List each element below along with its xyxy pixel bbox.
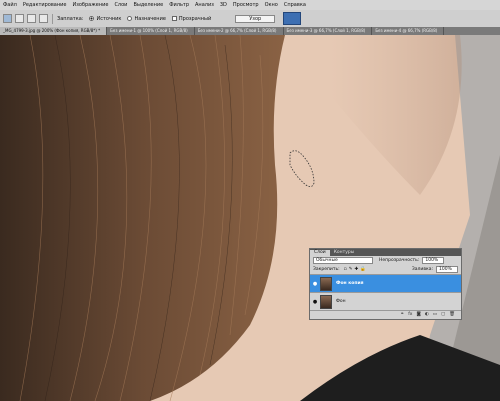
layer-row-background[interactable]: ● Фон [310, 292, 461, 310]
document-tabs: _MG_4799-3.jpg @ 200% (Фон копия, RGB/8*… [0, 27, 500, 35]
layer-name: Фон [336, 299, 346, 304]
transparent-checkbox[interactable]: Прозрачный [171, 15, 212, 22]
use-pattern-button[interactable]: Узор [235, 14, 276, 23]
subtract-selection-icon[interactable] [39, 14, 48, 23]
radio-icon [89, 16, 95, 21]
target-radio[interactable]: Назначение [127, 15, 166, 22]
source-radio[interactable]: Источник [89, 16, 121, 22]
opacity-field[interactable]: 100% [422, 257, 445, 264]
lock-label: Закрепить: [313, 267, 340, 272]
fx-icon[interactable]: fx [408, 312, 412, 317]
menu-analysis[interactable]: Анализ [192, 2, 217, 8]
fill-field[interactable]: 100% [436, 266, 458, 273]
link-icon[interactable]: ⚭ [400, 312, 404, 317]
tab-layers[interactable]: Слои [310, 250, 330, 256]
menu-file[interactable]: Файл [0, 2, 20, 8]
layer-name: Фон копия [336, 281, 364, 286]
panel-footer: ⚭ fx ◙ ◐ ▭ ▢ 🗑 [310, 310, 461, 318]
target-label: Назначение [134, 15, 166, 22]
lock-row: Закрепить: ▫✎✚🔒 Заливка: 100% [310, 265, 461, 274]
lock-icons[interactable]: ▫✎✚🔒 [344, 267, 368, 272]
panel-header: Слои Контуры [310, 249, 461, 256]
menu-image[interactable]: Изображение [69, 2, 111, 8]
layer-thumbnail [320, 294, 332, 309]
fill-label: Заливка: [411, 267, 433, 272]
source-label: Источник [96, 15, 122, 22]
doc-tab-active[interactable]: _MG_4799-3.jpg @ 200% (Фон копия, RGB/8*… [0, 27, 108, 35]
image-canvas[interactable]: Слои Контуры Обычные Непрозрачность: 100… [0, 35, 500, 401]
tab-paths[interactable]: Контуры [330, 250, 359, 256]
layers-panel: Слои Контуры Обычные Непрозрачность: 100… [309, 248, 462, 320]
divider [52, 13, 53, 24]
patch-tool-icon[interactable] [3, 14, 12, 23]
menu-3d[interactable]: 3D [217, 2, 230, 8]
adjustment-icon[interactable]: ◐ [425, 312, 429, 317]
checkbox-icon [171, 16, 177, 21]
mask-icon[interactable]: ◙ [416, 312, 420, 317]
patch-label: Заплатка: [57, 15, 84, 22]
layer-thumbnail [320, 276, 332, 291]
menu-layers[interactable]: Слои [111, 2, 130, 8]
blend-mode-select[interactable]: Обычные [313, 257, 373, 264]
new-selection-icon[interactable] [15, 14, 24, 23]
doc-tab[interactable]: Без имени-4 @ 66,7% (RGB/8) [372, 27, 445, 35]
radio-icon [127, 16, 133, 21]
new-layer-icon[interactable]: ▢ [441, 312, 445, 317]
options-bar: Заплатка: Источник Назначение Прозрачный… [0, 10, 500, 28]
photo-illustration [0, 35, 500, 401]
menu-filter[interactable]: Фильтр [166, 2, 192, 8]
opacity-label: Непрозрачность: [379, 258, 420, 263]
menu-help[interactable]: Справка [281, 2, 309, 8]
trash-icon[interactable]: 🗑 [449, 312, 455, 317]
eye-icon[interactable]: ● [310, 281, 320, 287]
menu-edit[interactable]: Редактирование [20, 2, 70, 8]
blend-row: Обычные Непрозрачность: 100% [310, 256, 461, 265]
doc-tab[interactable]: Без имени-1 @ 100% (Слой 1, RGB/8) [107, 27, 195, 35]
menu-bar: Файл Редактирование Изображение Слои Выд… [0, 0, 500, 10]
menu-select[interactable]: Выделение [130, 2, 166, 8]
folder-icon[interactable]: ▭ [433, 312, 437, 317]
doc-tab[interactable]: Без имени-2 @ 66,7% (Слой 1, RGB/8) [195, 27, 284, 35]
menu-window[interactable]: Окно [262, 2, 281, 8]
layer-row-background-copy[interactable]: ● Фон копия [310, 274, 461, 292]
workspace-icon[interactable] [283, 12, 302, 25]
eye-icon[interactable]: ● [310, 299, 320, 305]
doc-tab[interactable]: Без имени-3 @ 66,7% (Слой 1, RGB/8) [284, 27, 373, 35]
transparent-label: Прозрачный [178, 15, 212, 22]
menu-view[interactable]: Просмотр [230, 2, 262, 8]
add-selection-icon[interactable] [27, 14, 36, 23]
